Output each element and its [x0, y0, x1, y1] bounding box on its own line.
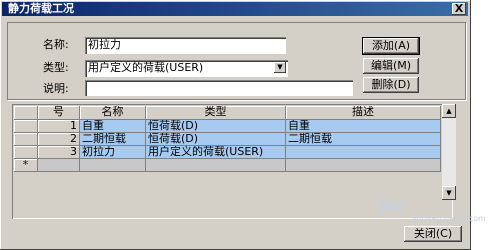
close-button[interactable]: 关闭(C) — [404, 226, 462, 242]
name-input[interactable]: 初拉力 — [85, 37, 286, 54]
scroll-up-icon[interactable]: ▲ — [442, 104, 456, 118]
column-header-description[interactable]: 描述 — [286, 106, 441, 120]
table-cell-number[interactable]: 2 — [38, 133, 80, 146]
row-selector[interactable] — [14, 120, 38, 133]
table-cell-description[interactable]: 自重 — [286, 120, 441, 133]
table-cell-number[interactable]: 1 — [38, 120, 80, 133]
row-selector[interactable] — [14, 133, 38, 146]
title-bar[interactable]: 静力荷载工况 X — [2, 2, 468, 16]
row-selector[interactable] — [14, 146, 38, 159]
table-vertical-scrollbar[interactable]: ▲ ▼ — [442, 104, 456, 200]
column-header-type[interactable]: 类型 — [146, 106, 286, 120]
description-label: 说明: — [43, 82, 69, 95]
table-cell-type[interactable]: 用户定义的荷载(USER) — [146, 146, 286, 159]
table-cell-number[interactable]: 3 — [38, 146, 80, 159]
new-row-marker[interactable]: * — [14, 159, 38, 172]
table-corner — [14, 106, 38, 120]
new-row-cell[interactable] — [286, 159, 441, 172]
watermark-logo: Bai — [378, 197, 405, 215]
column-header-name[interactable]: 名称 — [80, 106, 146, 120]
dropdown-arrow-icon[interactable]: ▼ — [274, 62, 286, 73]
window-title: 静力荷载工况 — [8, 2, 74, 15]
edit-button[interactable]: 编辑(M) — [363, 58, 419, 74]
new-row-cell[interactable] — [146, 159, 286, 172]
name-label: 名称: — [43, 38, 69, 51]
table-cell-name[interactable]: 自重 — [80, 120, 146, 133]
watermark-caption: jingyan.baidu.com — [412, 214, 486, 223]
new-row-cell[interactable] — [38, 159, 80, 172]
type-select-value: 用户定义的荷载(USER) — [88, 61, 204, 74]
column-header-number[interactable]: 号 — [38, 106, 80, 120]
delete-button[interactable]: 删除(D) — [363, 77, 419, 93]
table-cell-description[interactable]: 二期恒载 — [286, 133, 441, 146]
table-cell-name[interactable]: 二期恒载 — [80, 133, 146, 146]
description-input[interactable] — [85, 80, 353, 96]
table-cell-description[interactable] — [286, 146, 441, 159]
add-button[interactable]: 添加(A) — [362, 37, 420, 55]
type-select[interactable]: 用户定义的荷载(USER) ▼ — [85, 60, 288, 77]
type-label: 类型: — [43, 61, 69, 74]
table-cell-type[interactable]: 恒荷载(D) — [146, 133, 286, 146]
table-cell-type[interactable]: 恒荷载(D) — [146, 120, 286, 133]
scroll-down-icon[interactable]: ▼ — [442, 186, 456, 200]
close-window-button[interactable]: X — [452, 3, 466, 15]
new-row-cell[interactable] — [80, 159, 146, 172]
table-cell-name[interactable]: 初拉力 — [80, 146, 146, 159]
